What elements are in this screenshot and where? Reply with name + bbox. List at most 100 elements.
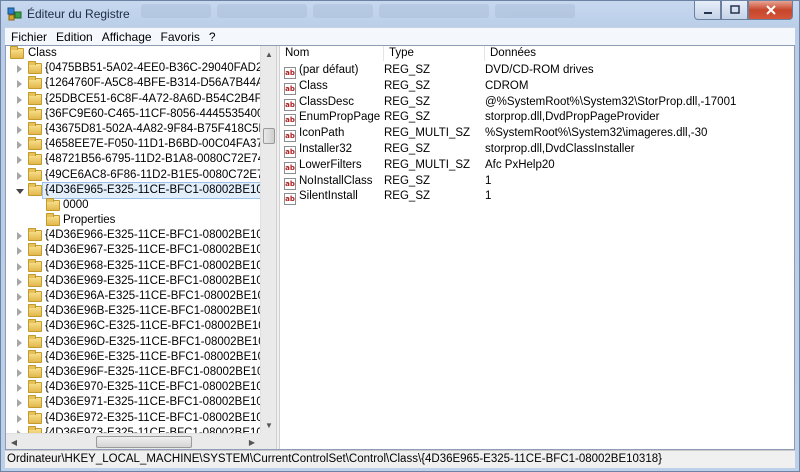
- tree-item[interactable]: {1264760F-A5C8-4BFE-B314-D56A7B44A362}: [6, 76, 276, 91]
- menu-edition[interactable]: Edition: [56, 30, 93, 44]
- folder-icon: [28, 319, 42, 333]
- tree-item[interactable]: 0000: [6, 197, 260, 213]
- scrollbar-thumb[interactable]: [96, 436, 192, 448]
- collapsed-arrow-icon[interactable]: [16, 247, 24, 256]
- tree-item-label: Properties: [63, 214, 116, 227]
- value-type: REG_MULTI_SZ: [384, 158, 471, 171]
- key-tree-pane: Class {0475BB51-5A02-4EE0-B36C-29040FAD2…: [6, 46, 276, 449]
- column-header-name[interactable]: Nom: [280, 46, 384, 61]
- menu-affichage[interactable]: Affichage: [102, 30, 152, 44]
- tree-item[interactable]: {4D36E965-E325-11CE-BFC1-08002BE10318}: [6, 181, 276, 199]
- collapsed-arrow-icon[interactable]: [16, 414, 24, 423]
- tree-item[interactable]: {43675D81-502A-4A82-9F84-B75F418C5DEA}: [6, 121, 276, 137]
- close-button[interactable]: [748, 1, 793, 20]
- value-row[interactable]: abEnumPropPages... REG_SZ storprop.dll,Dvd…: [280, 109, 794, 127]
- collapsed-arrow-icon[interactable]: [16, 171, 24, 180]
- tree-item-label: {1264760F-A5C8-4BFE-B314-D56A7B44A362}: [45, 77, 276, 90]
- value-row[interactable]: ab SilentInstall REG_SZ 1: [280, 188, 794, 206]
- collapsed-arrow-icon[interactable]: [16, 293, 24, 301]
- collapsed-arrow-icon[interactable]: [16, 80, 24, 89]
- value-data: DVD/CD-ROM drives: [485, 64, 594, 76]
- scroll-left-icon[interactable]: ◀: [6, 434, 22, 449]
- value-type: REG_SZ: [384, 95, 431, 108]
- value-row[interactable]: ab (par défaut) REG_SZ DVD/CD-ROM drives: [280, 62, 794, 79]
- tree-item-root[interactable]: Class: [6, 46, 260, 61]
- expanded-arrow-icon[interactable]: [16, 187, 24, 195]
- maximize-button[interactable]: [721, 1, 748, 20]
- tree-horizontal-scrollbar[interactable]: ◀ ▶: [6, 433, 260, 449]
- collapsed-arrow-icon[interactable]: [16, 338, 24, 347]
- scroll-right-icon[interactable]: ▶: [244, 434, 260, 449]
- tree-item-label: {4D36E968-E325-11CE-BFC1-08002BE10318}: [45, 259, 276, 272]
- collapsed-arrow-icon[interactable]: [16, 110, 24, 119]
- collapsed-arrow-icon[interactable]: [16, 156, 24, 165]
- tree-item[interactable]: {4D36E966-E325-11CE-BFC1-08002BE10318}: [6, 228, 276, 243]
- collapsed-arrow-icon[interactable]: [16, 141, 24, 150]
- value-row[interactable]: ab Installer32 REG_SZ storprop.dll,DvdClass…: [280, 141, 794, 158]
- tree-item-label: {4D36E966-E325-11CE-BFC1-08002BE10318}: [45, 229, 276, 242]
- tree-rows: Class {0475BB51-5A02-4EE0-B36C-29040FAD2…: [6, 46, 276, 441]
- tree-item-label: {4D36E96C-E325-11CE-BFC1-08002BE10318}: [45, 320, 276, 333]
- tree-item[interactable]: Properties: [6, 213, 260, 228]
- tree-item[interactable]: {4D36E972-E325-11CE-BFC1-08002BE10318}: [6, 410, 276, 426]
- menu-bar: Fichier Edition Affichage Favoris ?: [5, 27, 795, 45]
- title-bar[interactable]: Éditeur du Registre: [1, 1, 799, 27]
- value-row[interactable]: ab IconPath REG_MULTI_SZ %SystemRoot%\Syste…: [280, 125, 794, 143]
- collapsed-arrow-icon[interactable]: [16, 384, 24, 393]
- menu-favoris[interactable]: Favoris: [161, 30, 200, 44]
- menu-fichier[interactable]: Fichier: [11, 30, 47, 44]
- collapsed-arrow-icon[interactable]: [16, 125, 24, 134]
- tree-item[interactable]: {36FC9E60-C465-11CF-8056-444553540000}: [6, 106, 276, 122]
- collapsed-arrow-icon[interactable]: [16, 353, 24, 362]
- tree-vertical-scrollbar[interactable]: ▲ ▼: [260, 46, 276, 433]
- collapsed-arrow-icon[interactable]: [16, 95, 24, 104]
- collapsed-arrow-icon[interactable]: [16, 399, 24, 408]
- tree-item[interactable]: {4D36E96E-E325-11CE-BFC1-08002BE10318}: [6, 349, 276, 365]
- tree-item[interactable]: {25DBCE51-6C8F-4A72-8A6D-B54C2B4FC835}: [6, 91, 276, 107]
- status-path: Ordinateur\HKEY_LOCAL_MACHINE\SYSTEM\Cur…: [7, 453, 662, 465]
- scroll-down-icon[interactable]: ▼: [261, 417, 276, 433]
- tree-item[interactable]: {4D36E970-E325-11CE-BFC1-08002BE10318}: [6, 380, 276, 395]
- tree-item-label: {4D36E970-E325-11CE-BFC1-08002BE10318}: [45, 381, 276, 394]
- tree-item-label: {48721B56-6795-11D2-B1A8-0080C72E74A2}: [45, 153, 276, 166]
- value-row[interactable]: ab ClassDesc REG_SZ @%SystemRoot%\System32\…: [280, 94, 794, 111]
- menu-help[interactable]: ?: [209, 30, 216, 44]
- tree-item[interactable]: {4D36E96F-E325-11CE-BFC1-08002BE10318}: [6, 364, 276, 380]
- tree-item[interactable]: {4D36E96D-E325-11CE-BFC1-08002BE10318}: [6, 334, 276, 350]
- tree-item[interactable]: {48721B56-6795-11D2-B1A8-0080C72E74A2}: [6, 152, 276, 167]
- tree-item[interactable]: {0475BB51-5A02-4EE0-B36C-29040FAD2650}: [6, 61, 276, 76]
- column-header-type[interactable]: Type: [384, 46, 485, 61]
- tree-item-label: {4D36E971-E325-11CE-BFC1-08002BE10318}: [45, 396, 276, 409]
- tree-item[interactable]: {4D36E96C-E325-11CE-BFC1-08002BE10318}: [6, 319, 276, 334]
- scroll-up-icon[interactable]: ▲: [261, 46, 276, 62]
- registry-editor-window: Éditeur du Registre Fichier Edition Affi…: [0, 0, 800, 472]
- tree-item[interactable]: {4D36E96B-E325-11CE-BFC1-08002BE10318}: [6, 304, 276, 319]
- collapsed-arrow-icon[interactable]: [16, 232, 24, 241]
- scrollbar-thumb[interactable]: [263, 128, 275, 144]
- minimize-button[interactable]: [694, 1, 721, 20]
- tree-item[interactable]: {4D36E96A-E325-11CE-BFC1-08002BE10318}: [6, 289, 276, 304]
- tree-item-label: {36FC9E60-C465-11CF-8056-444553540000}: [45, 107, 276, 120]
- tree-item[interactable]: {4D36E968-E325-11CE-BFC1-08002BE10318}: [6, 258, 276, 274]
- column-header-data[interactable]: Données: [485, 46, 794, 61]
- tree-item-label: {4D36E96D-E325-11CE-BFC1-08002BE10318}: [45, 335, 276, 348]
- tree-item-label: {4D36E972-E325-11CE-BFC1-08002BE10318}: [45, 411, 276, 424]
- value-data: storprop.dll,DvdClassInstaller: [485, 143, 635, 155]
- folder-icon: [28, 258, 42, 272]
- tree-item[interactable]: {4658EE7E-F050-11D1-B6BD-00C04FA372A7}: [6, 137, 276, 152]
- value-name: Class: [299, 79, 328, 92]
- collapsed-arrow-icon[interactable]: [16, 262, 24, 271]
- tree-item[interactable]: {49CE6AC8-6F86-11D2-B1E5-0080C72E74A2}: [6, 167, 276, 183]
- collapsed-arrow-icon[interactable]: [16, 308, 24, 317]
- collapsed-arrow-icon[interactable]: [16, 65, 24, 74]
- tree-item[interactable]: {4D36E969-E325-11CE-BFC1-08002BE10318}: [6, 273, 276, 289]
- tree-item[interactable]: {4D36E967-E325-11CE-BFC1-08002BE10318}: [6, 243, 276, 258]
- value-row[interactable]: ab LowerFilters REG_MULTI_SZ Afc PxHelp20: [280, 157, 794, 174]
- value-row[interactable]: ab Class REG_SZ CDROM: [280, 78, 794, 95]
- collapsed-arrow-icon[interactable]: [16, 323, 24, 332]
- value-name-cell: abEnumPropPages...: [284, 109, 380, 127]
- tree-item[interactable]: {4D36E971-E325-11CE-BFC1-08002BE10318}: [6, 395, 276, 410]
- collapsed-arrow-icon[interactable]: [16, 277, 24, 286]
- collapsed-arrow-icon[interactable]: [16, 368, 24, 377]
- value-row[interactable]: ab NoInstallClass REG_SZ 1: [280, 173, 794, 190]
